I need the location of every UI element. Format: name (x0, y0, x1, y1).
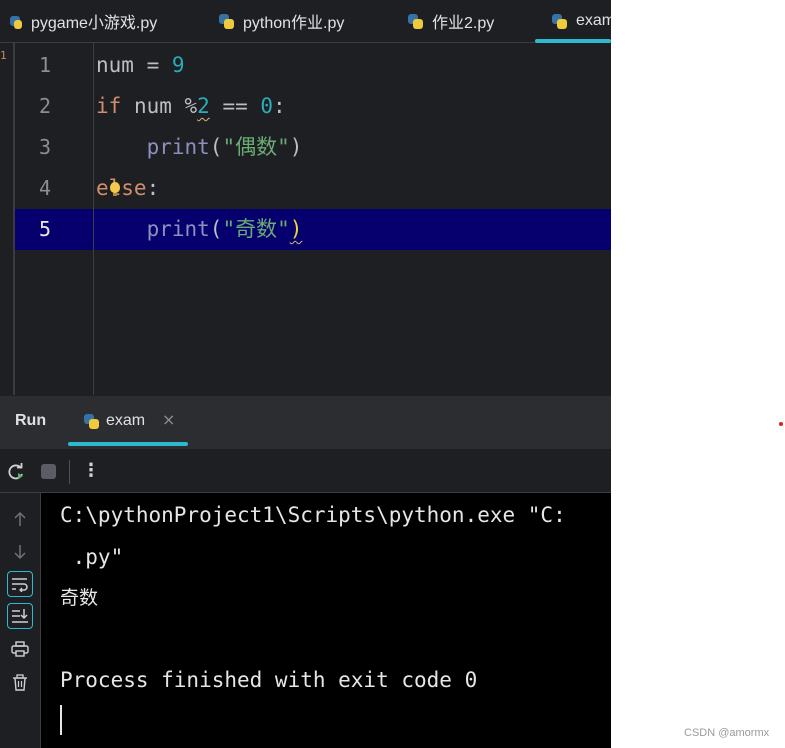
watermark: CSDN @amormx (684, 727, 770, 739)
console-line: Process finished with exit code 0 (60, 668, 478, 692)
line-number: 2 (38, 94, 52, 118)
red-dot (779, 422, 783, 426)
tab-label: pygame小游戏.py (31, 15, 158, 32)
tab-label: 作业2.py (432, 15, 495, 32)
tab-pygame[interactable]: pygame小游戏.py (10, 0, 157, 42)
run-toolbar: ⋮ (0, 450, 611, 493)
code-line[interactable]: 4 else: (15, 168, 611, 209)
active-run-tab-indicator (68, 442, 188, 446)
close-icon[interactable]: × (162, 410, 175, 429)
toolbar-divider (69, 460, 70, 484)
ide-window: pygame小游戏.py python作业.py 作业2.py exam 1 1… (0, 0, 611, 748)
code-text: if num %2 == 0: (96, 94, 286, 118)
code-text: num = 9 (96, 53, 185, 77)
code-line-current[interactable]: 5 print("奇数") (15, 209, 611, 250)
editor-tab-bar: pygame小游戏.py python作业.py 作业2.py exam (0, 0, 611, 43)
scroll-to-end-icon[interactable] (7, 603, 33, 629)
gutter-marker: 1 (0, 49, 7, 62)
python-file-icon (219, 13, 234, 29)
code-line[interactable]: 2 if num %2 == 0: (15, 86, 611, 127)
tab-python-homework[interactable]: python作业.py (218, 0, 344, 42)
python-file-icon (408, 13, 423, 29)
tab-label: exam (576, 12, 611, 29)
run-tool-window-header: Run exam × (0, 395, 611, 450)
stop-icon[interactable] (41, 464, 56, 479)
arrow-up-icon[interactable] (7, 506, 33, 532)
lightbulb-icon[interactable] (110, 182, 120, 196)
arrow-down-icon[interactable] (7, 539, 33, 565)
tab-label: python作业.py (243, 15, 345, 32)
line-number: 1 (38, 53, 52, 77)
tab-exam[interactable]: exam (551, 0, 611, 42)
gutter-divider (93, 43, 94, 395)
code-text: print("偶数") (146, 135, 303, 159)
python-file-icon (552, 13, 567, 29)
python-file-icon (10, 15, 22, 29)
line-number: 3 (38, 135, 52, 159)
code-text: print("奇数") (146, 217, 303, 241)
trash-icon[interactable] (7, 669, 33, 695)
code-line[interactable]: 1 num = 9 (15, 45, 611, 86)
console-side-toolbar (0, 493, 41, 748)
console-line: .py" (60, 545, 124, 569)
soft-wrap-icon[interactable] (7, 571, 33, 597)
line-number: 4 (38, 176, 52, 200)
code-line[interactable]: 3 print("偶数") (15, 127, 611, 168)
console-line: C:\pythonProject1\Scripts\python.exe "C: (60, 503, 566, 527)
code-text: else: (96, 176, 160, 200)
console-line: 奇数 (60, 587, 99, 609)
run-title: Run (15, 412, 47, 429)
console-caret (60, 705, 62, 735)
rerun-icon[interactable] (6, 462, 26, 482)
tab-homework-2[interactable]: 作业2.py (407, 0, 494, 42)
run-tab-exam[interactable]: exam (83, 410, 145, 432)
print-icon[interactable] (7, 636, 33, 662)
more-options-icon[interactable]: ⋮ (82, 459, 100, 483)
console-output[interactable]: C:\pythonProject1\Scripts\python.exe "C:… (41, 493, 611, 748)
tool-window-strip (0, 43, 15, 395)
run-tab-label: exam (106, 412, 146, 429)
python-file-icon (84, 413, 99, 429)
line-number: 5 (38, 217, 52, 241)
